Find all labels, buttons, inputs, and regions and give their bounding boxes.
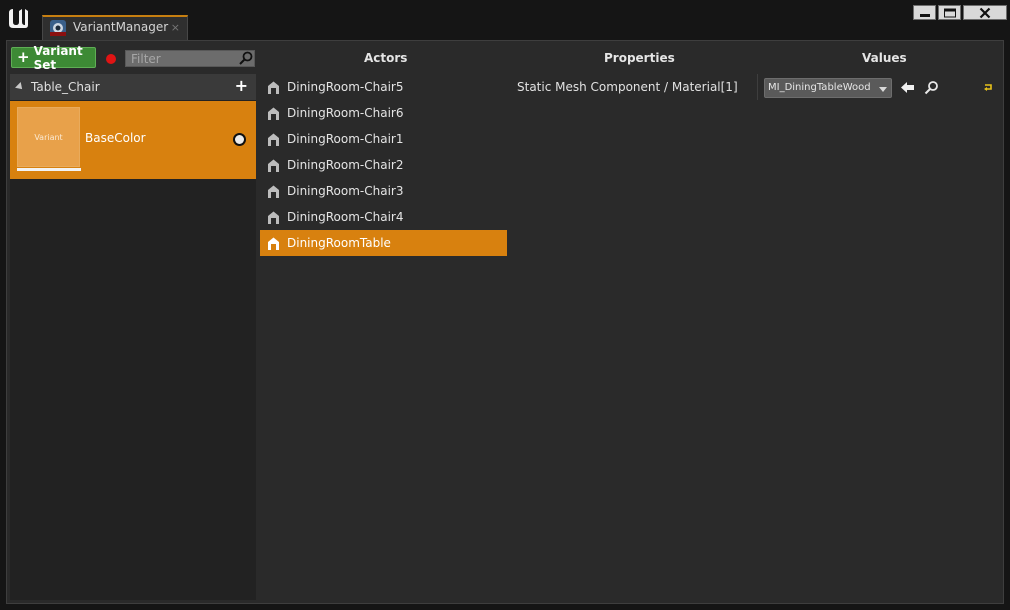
actor-row[interactable]: DiningRoomTable bbox=[260, 230, 507, 256]
property-label[interactable]: Static Mesh Component / Material[1] bbox=[517, 80, 738, 94]
add-variant-set-button[interactable]: + Variant Set bbox=[11, 44, 96, 72]
variant-set-header[interactable]: Table_Chair + bbox=[10, 74, 256, 100]
title-bar: VariantManager × bbox=[0, 0, 1010, 40]
variant-thumbnail-underline bbox=[17, 168, 81, 171]
static-mesh-actor-icon bbox=[268, 107, 279, 120]
static-mesh-actor-icon bbox=[268, 159, 279, 172]
reset-to-default-icon[interactable] bbox=[983, 82, 993, 92]
chevron-down-icon bbox=[879, 87, 887, 92]
variant-manager-panel: + Variant Set Table_Chair + Variant Base… bbox=[6, 40, 1004, 604]
minimize-icon bbox=[919, 13, 930, 17]
static-mesh-actor-icon bbox=[268, 133, 279, 146]
actor-row[interactable]: DiningRoom-Chair3 bbox=[260, 178, 507, 204]
actor-row[interactable]: DiningRoom-Chair5 bbox=[260, 74, 507, 100]
actor-row[interactable]: DiningRoom-Chair1 bbox=[260, 126, 507, 152]
static-mesh-actor-icon bbox=[268, 211, 279, 224]
tab-title: VariantManager bbox=[73, 20, 169, 34]
actor-name: DiningRoom-Chair1 bbox=[287, 132, 404, 146]
close-icon bbox=[979, 7, 991, 18]
actor-row[interactable]: DiningRoom-Chair6 bbox=[260, 100, 507, 126]
actor-name: DiningRoom-Chair5 bbox=[287, 80, 404, 94]
record-indicator-icon bbox=[106, 54, 116, 64]
search-icon[interactable] bbox=[239, 51, 253, 65]
static-mesh-actor-icon bbox=[268, 185, 279, 198]
activate-variant-radio[interactable] bbox=[233, 133, 246, 146]
maximize-icon bbox=[943, 8, 956, 17]
actor-name: DiningRoom-Chair3 bbox=[287, 184, 404, 198]
filter-input[interactable] bbox=[125, 50, 255, 67]
actors-list: DiningRoom-Chair5 DiningRoom-Chair6 Dini… bbox=[260, 74, 507, 256]
actor-name: DiningRoom-Chair4 bbox=[287, 210, 404, 224]
window-controls bbox=[913, 5, 1007, 20]
static-mesh-actor-icon bbox=[268, 81, 279, 94]
actor-row[interactable]: DiningRoom-Chair2 bbox=[260, 152, 507, 178]
minimize-button[interactable] bbox=[913, 5, 936, 20]
variant-thumbnail-text: Variant bbox=[34, 132, 63, 142]
material-value-text: MI_DiningTableWood bbox=[768, 82, 871, 93]
variant-sets-panel: Table_Chair + Variant BaseColor bbox=[10, 74, 256, 600]
close-button[interactable] bbox=[963, 5, 1007, 20]
collapse-triangle-icon[interactable] bbox=[15, 82, 25, 92]
add-variant-icon[interactable]: + bbox=[235, 78, 248, 94]
actor-row[interactable]: DiningRoom-Chair4 bbox=[260, 204, 507, 230]
variant-item[interactable]: Variant BaseColor bbox=[10, 101, 256, 179]
actor-name: DiningRoom-Chair2 bbox=[287, 158, 404, 172]
use-selected-arrow-icon[interactable] bbox=[900, 80, 915, 95]
column-divider bbox=[757, 74, 758, 100]
actor-name: DiningRoomTable bbox=[287, 236, 391, 250]
material-value-dropdown[interactable]: MI_DiningTableWood bbox=[764, 78, 892, 98]
maximize-button[interactable] bbox=[938, 5, 961, 20]
variant-manager-icon bbox=[50, 20, 66, 36]
tab-close-icon[interactable]: × bbox=[171, 21, 180, 34]
plus-icon: + bbox=[17, 48, 30, 66]
column-header-values: Values bbox=[862, 51, 907, 65]
column-header-properties: Properties bbox=[604, 51, 675, 65]
variant-thumbnail[interactable]: Variant bbox=[17, 107, 80, 167]
actor-name: DiningRoom-Chair6 bbox=[287, 106, 404, 120]
column-header-actors: Actors bbox=[364, 51, 408, 65]
variant-set-name: Table_Chair bbox=[31, 80, 100, 94]
unreal-logo-icon bbox=[9, 9, 28, 28]
tab-variant-manager[interactable]: VariantManager × bbox=[42, 15, 188, 40]
static-mesh-actor-icon bbox=[268, 237, 279, 250]
browse-asset-search-icon[interactable] bbox=[924, 80, 939, 95]
variant-name: BaseColor bbox=[85, 131, 146, 145]
add-variant-set-label: Variant Set bbox=[33, 43, 83, 72]
